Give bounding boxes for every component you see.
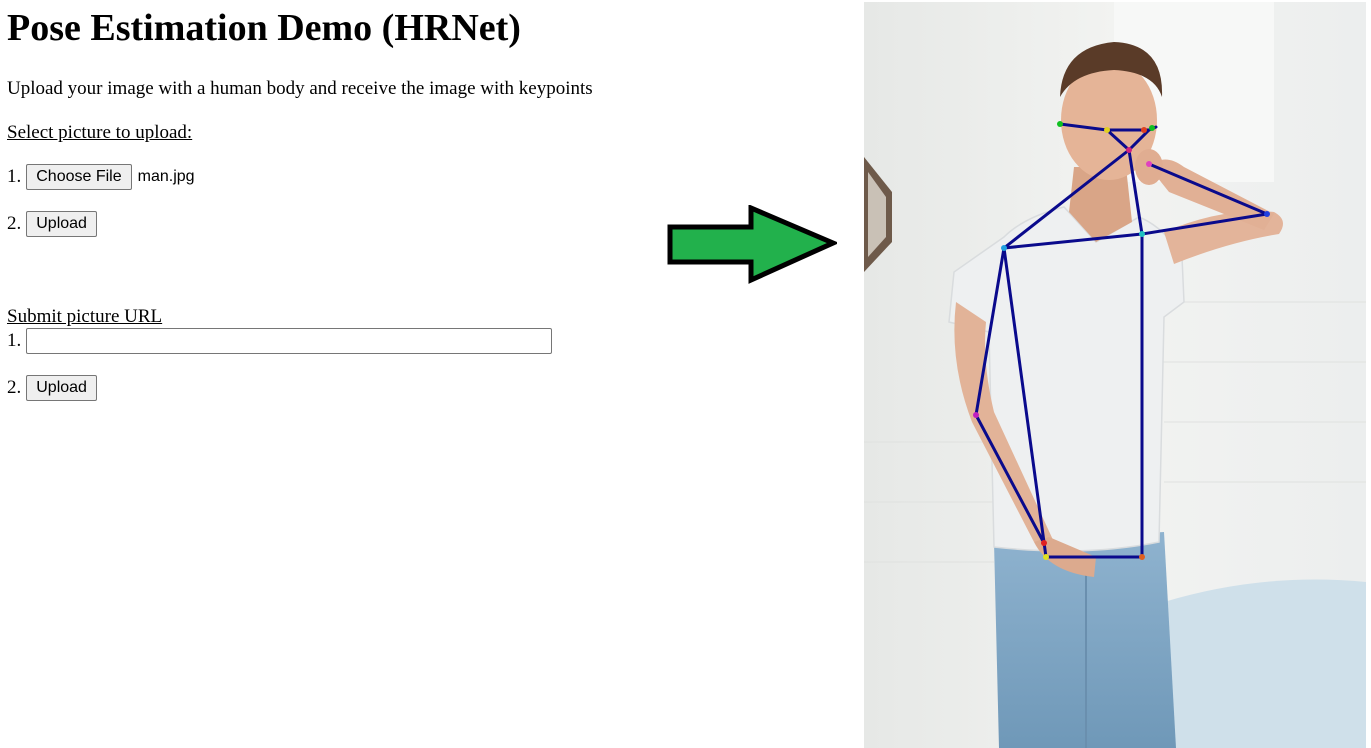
upload-url-button[interactable]: Upload [26, 375, 97, 401]
upload-file-button[interactable]: Upload [26, 211, 97, 237]
upload-section-label: Select picture to upload: [7, 122, 193, 143]
choose-file-button[interactable]: Choose File [26, 164, 132, 190]
upload-step-1: 1. Choose File man.jpg [7, 164, 195, 190]
page-title: Pose Estimation Demo (HRNet) [7, 7, 521, 49]
step-number: 1. [7, 166, 22, 187]
url-step-2: 2. Upload [7, 375, 97, 401]
step-number: 2. [7, 213, 22, 234]
step-number: 1. [7, 330, 22, 351]
page-description: Upload your image with a human body and … [7, 78, 593, 99]
upload-step-2: 2. Upload [7, 211, 97, 237]
step-number: 2. [7, 377, 22, 398]
right-arrow-icon [667, 205, 837, 284]
pose-result-image [864, 2, 1366, 748]
selected-file-name: man.jpg [137, 168, 195, 185]
url-section-label: Submit picture URL [7, 306, 163, 327]
picture-url-input[interactable] [26, 328, 553, 354]
url-step-1: 1. [7, 328, 553, 354]
